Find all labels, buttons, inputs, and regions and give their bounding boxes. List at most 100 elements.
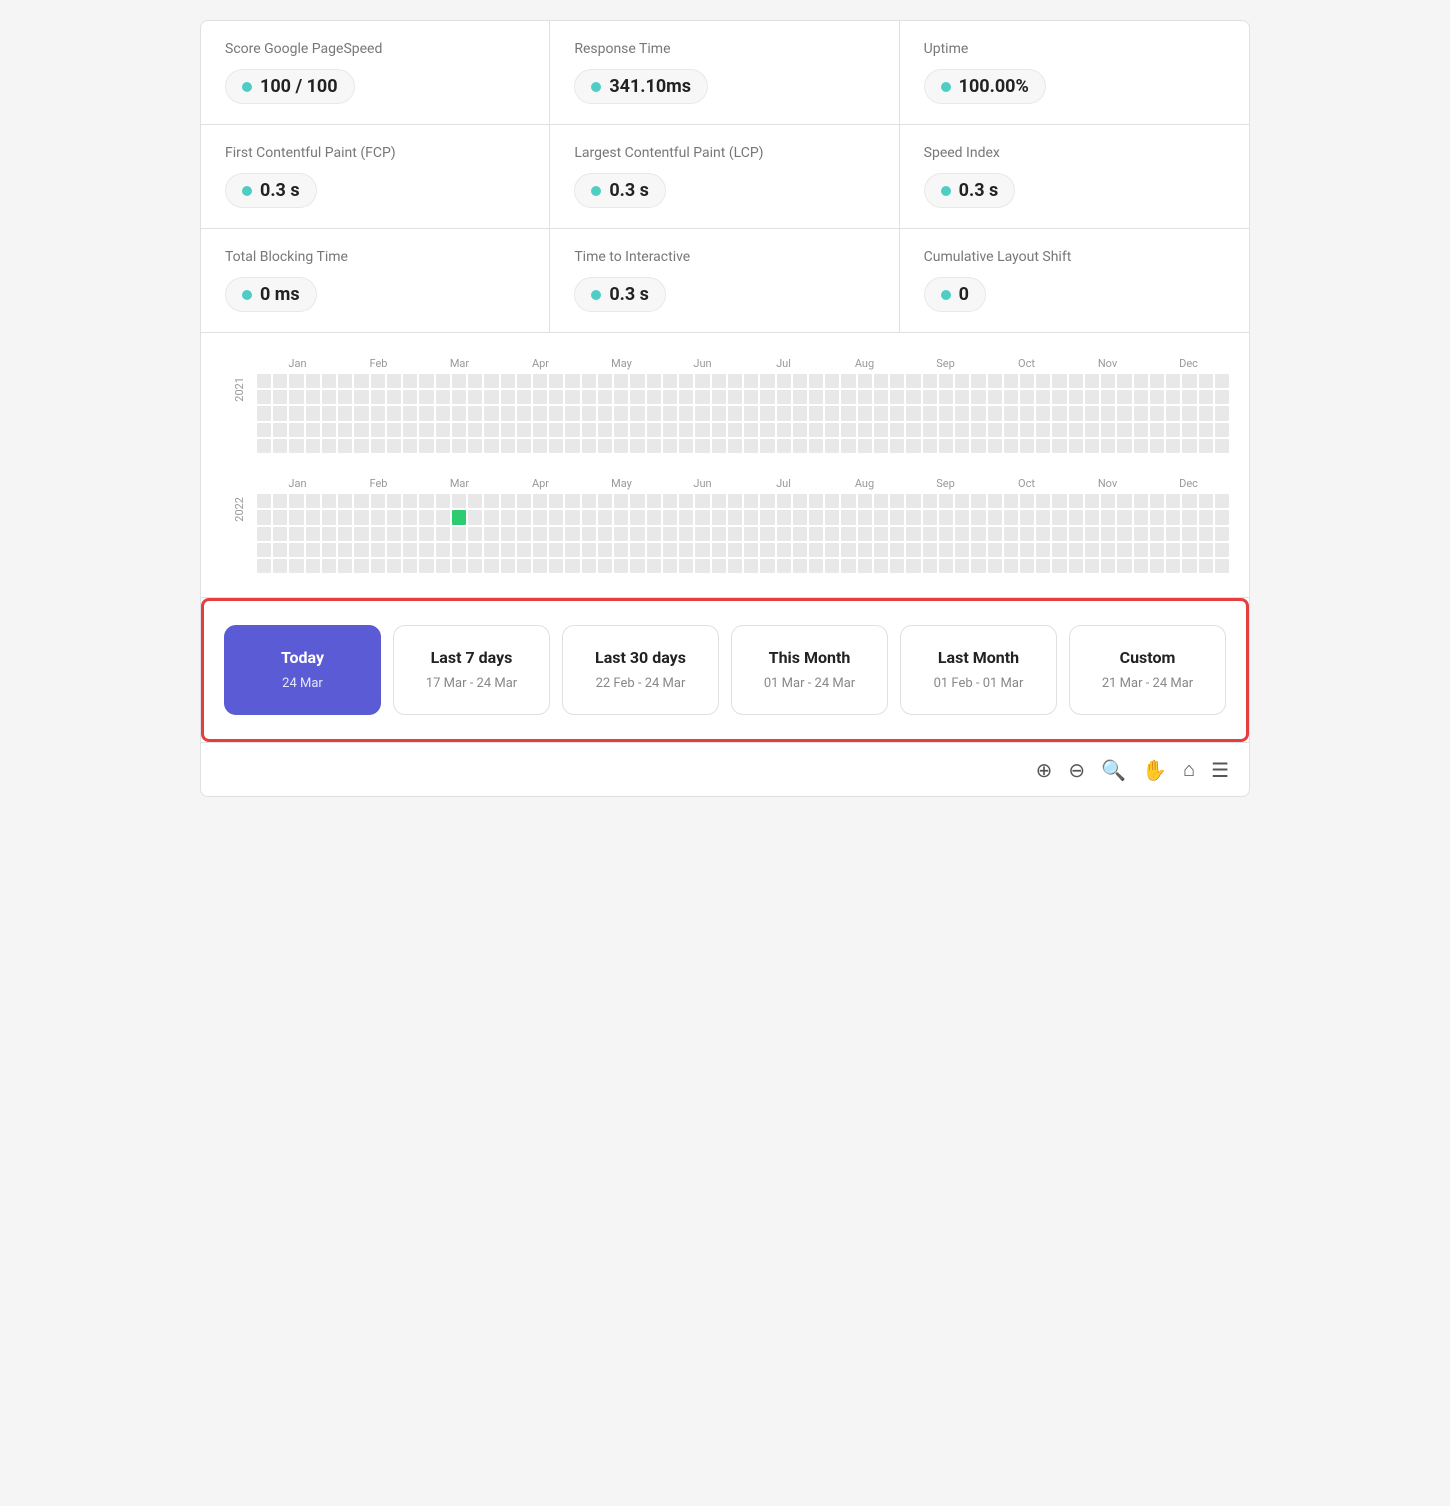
heatmap-cell[interactable]	[809, 559, 823, 573]
heatmap-cell[interactable]	[1150, 527, 1164, 541]
heatmap-cell[interactable]	[1215, 527, 1229, 541]
heatmap-cell[interactable]	[436, 527, 450, 541]
heatmap-cell[interactable]	[712, 510, 726, 524]
heatmap-cell[interactable]	[858, 543, 872, 557]
heatmap-cell[interactable]	[988, 390, 1002, 404]
heatmap-cell[interactable]	[841, 543, 855, 557]
heatmap-cell[interactable]	[468, 543, 482, 557]
heatmap-cell[interactable]	[841, 527, 855, 541]
heatmap-cell[interactable]	[1052, 510, 1066, 524]
heatmap-cell[interactable]	[614, 494, 628, 508]
heatmap-cell[interactable]	[1199, 510, 1213, 524]
heatmap-cell[interactable]	[614, 390, 628, 404]
heatmap-cell[interactable]	[1150, 543, 1164, 557]
heatmap-cell[interactable]	[874, 543, 888, 557]
heatmap-cell[interactable]	[354, 374, 368, 388]
heatmap-cell[interactable]	[858, 390, 872, 404]
heatmap-cell[interactable]	[403, 406, 417, 420]
heatmap-cell[interactable]	[1166, 374, 1180, 388]
heatmap-cell[interactable]	[419, 510, 433, 524]
heatmap-cell[interactable]	[354, 390, 368, 404]
heatmap-cell[interactable]	[1182, 543, 1196, 557]
heatmap-cell[interactable]	[484, 494, 498, 508]
heatmap-cell[interactable]	[371, 494, 385, 508]
heatmap-cell[interactable]	[777, 390, 791, 404]
heatmap-cell[interactable]	[501, 374, 515, 388]
heatmap-cell[interactable]	[257, 559, 271, 573]
date-option-last30[interactable]: Last 30 days22 Feb - 24 Mar	[562, 625, 719, 715]
heatmap-cell[interactable]	[484, 439, 498, 453]
heatmap-cell[interactable]	[1182, 423, 1196, 437]
heatmap-cell[interactable]	[582, 406, 596, 420]
heatmap-cell[interactable]	[598, 406, 612, 420]
heatmap-cell[interactable]	[306, 374, 320, 388]
heatmap-cell[interactable]	[1166, 494, 1180, 508]
heatmap-cell[interactable]	[971, 527, 985, 541]
heatmap-cell[interactable]	[1004, 374, 1018, 388]
heatmap-cell[interactable]	[874, 406, 888, 420]
heatmap-cell[interactable]	[923, 510, 937, 524]
heatmap-cell[interactable]	[712, 423, 726, 437]
heatmap-cell[interactable]	[322, 439, 336, 453]
heatmap-cell[interactable]	[695, 510, 709, 524]
heatmap-cell[interactable]	[565, 559, 579, 573]
heatmap-cell[interactable]	[1150, 406, 1164, 420]
heatmap-cell[interactable]	[306, 559, 320, 573]
heatmap-cell[interactable]	[517, 527, 531, 541]
heatmap-cell[interactable]	[306, 390, 320, 404]
heatmap-cell[interactable]	[1020, 423, 1034, 437]
heatmap-cell[interactable]	[1085, 390, 1099, 404]
heatmap-cell[interactable]	[923, 494, 937, 508]
heatmap-cell[interactable]	[679, 494, 693, 508]
heatmap-cell[interactable]	[484, 390, 498, 404]
heatmap-cell[interactable]	[663, 543, 677, 557]
heatmap-cell[interactable]	[598, 423, 612, 437]
heatmap-cell[interactable]	[1036, 510, 1050, 524]
heatmap-cell[interactable]	[419, 543, 433, 557]
heatmap-cell[interactable]	[354, 543, 368, 557]
heatmap-cell[interactable]	[338, 559, 352, 573]
heatmap-cell[interactable]	[257, 510, 271, 524]
heatmap-cell[interactable]	[533, 423, 547, 437]
heatmap-cell[interactable]	[565, 543, 579, 557]
heatmap-cell[interactable]	[1036, 406, 1050, 420]
heatmap-cell[interactable]	[1215, 390, 1229, 404]
heatmap-cell[interactable]	[371, 406, 385, 420]
heatmap-cell[interactable]	[614, 423, 628, 437]
heatmap-cell[interactable]	[257, 543, 271, 557]
heatmap-cell[interactable]	[468, 494, 482, 508]
heatmap-cell[interactable]	[1117, 423, 1131, 437]
heatmap-cell[interactable]	[1036, 374, 1050, 388]
heatmap-cell[interactable]	[565, 510, 579, 524]
heatmap-cell[interactable]	[890, 527, 904, 541]
heatmap-cell[interactable]	[403, 439, 417, 453]
heatmap-cell[interactable]	[841, 374, 855, 388]
heatmap-cell[interactable]	[890, 390, 904, 404]
heatmap-cell[interactable]	[1085, 374, 1099, 388]
heatmap-cell[interactable]	[1150, 423, 1164, 437]
heatmap-cell[interactable]	[1199, 559, 1213, 573]
heatmap-cell[interactable]	[728, 423, 742, 437]
heatmap-cell[interactable]	[760, 510, 774, 524]
heatmap-cell[interactable]	[354, 494, 368, 508]
heatmap-cell[interactable]	[647, 543, 661, 557]
heatmap-cell[interactable]	[647, 406, 661, 420]
heatmap-cell[interactable]	[874, 510, 888, 524]
heatmap-cell[interactable]	[728, 510, 742, 524]
heatmap-cell[interactable]	[289, 423, 303, 437]
heatmap-cell[interactable]	[744, 510, 758, 524]
heatmap-cell[interactable]	[971, 494, 985, 508]
heatmap-cell[interactable]	[371, 527, 385, 541]
heatmap-cell[interactable]	[1085, 543, 1099, 557]
heatmap-cell[interactable]	[858, 423, 872, 437]
heatmap-cell[interactable]	[988, 439, 1002, 453]
heatmap-cell[interactable]	[630, 510, 644, 524]
heatmap-cell[interactable]	[403, 527, 417, 541]
heatmap-cell[interactable]	[436, 406, 450, 420]
heatmap-cell[interactable]	[371, 439, 385, 453]
heatmap-cell[interactable]	[419, 559, 433, 573]
heatmap-cell[interactable]	[452, 439, 466, 453]
heatmap-cell[interactable]	[809, 510, 823, 524]
heatmap-cell[interactable]	[679, 559, 693, 573]
heatmap-cell[interactable]	[890, 423, 904, 437]
